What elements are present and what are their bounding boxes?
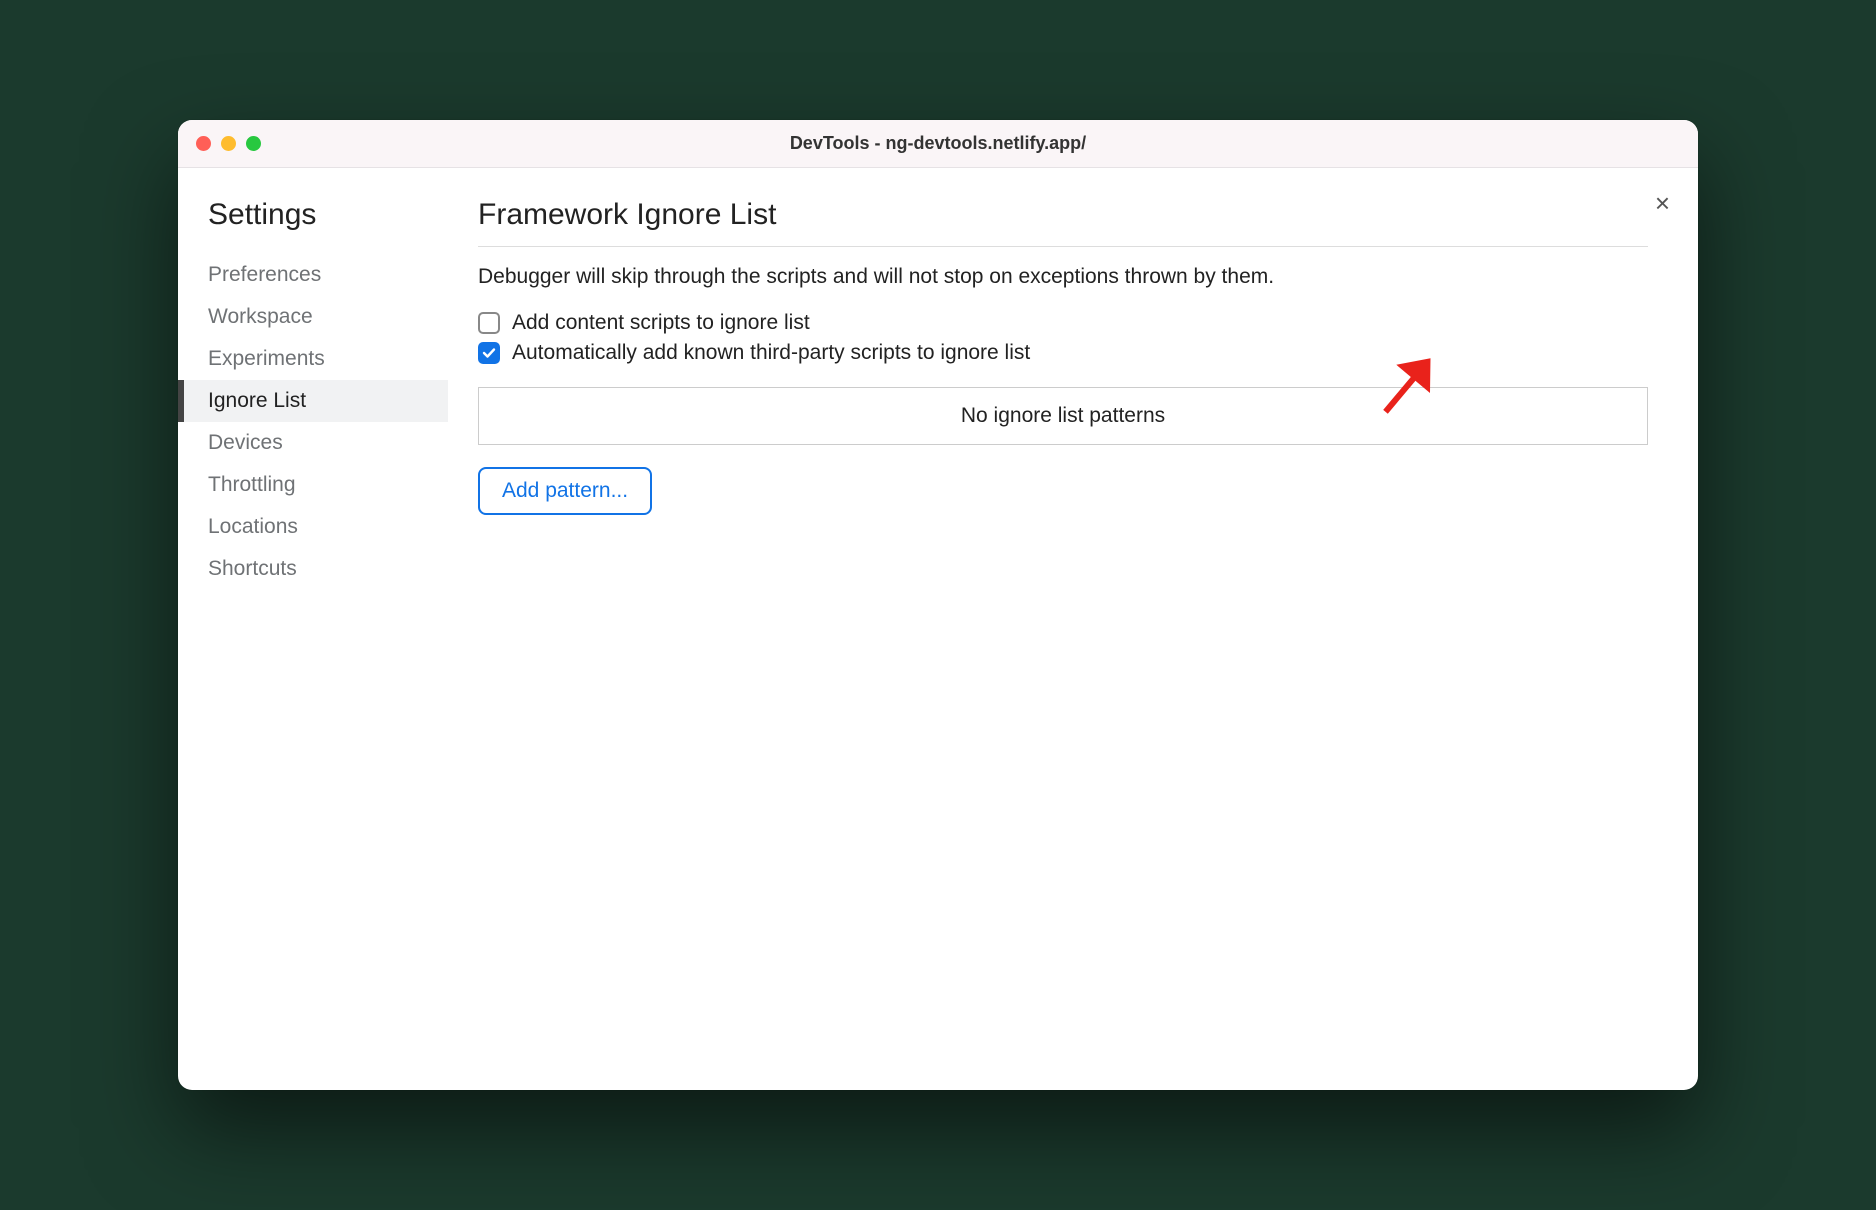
checkbox-content-scripts[interactable]	[478, 312, 500, 334]
checkbox-third-party[interactable]	[478, 342, 500, 364]
traffic-lights	[196, 136, 261, 151]
sidebar-item-ignore-list[interactable]: Ignore List	[178, 380, 448, 422]
maximize-window-button[interactable]	[246, 136, 261, 151]
sidebar-item-shortcuts[interactable]: Shortcuts	[178, 548, 448, 590]
devtools-window: DevTools - ng-devtools.netlify.app/ Sett…	[178, 120, 1698, 1090]
window-title: DevTools - ng-devtools.netlify.app/	[178, 133, 1698, 154]
sidebar-item-preferences[interactable]: Preferences	[178, 254, 448, 296]
titlebar: DevTools - ng-devtools.netlify.app/	[178, 120, 1698, 168]
add-pattern-button[interactable]: Add pattern...	[478, 467, 652, 515]
checkbox-row-content-scripts[interactable]: Add content scripts to ignore list	[478, 311, 1648, 335]
checkmark-icon	[482, 346, 496, 360]
checkbox-row-third-party[interactable]: Automatically add known third-party scri…	[478, 341, 1648, 365]
page-title: Framework Ignore List	[478, 198, 1648, 247]
settings-nav-list: Preferences Workspace Experiments Ignore…	[178, 254, 448, 590]
minimize-window-button[interactable]	[221, 136, 236, 151]
sidebar-item-workspace[interactable]: Workspace	[178, 296, 448, 338]
checkbox-label: Add content scripts to ignore list	[512, 311, 810, 335]
settings-sidebar: Settings Preferences Workspace Experimen…	[178, 168, 448, 1090]
settings-content: Settings Preferences Workspace Experimen…	[178, 168, 1698, 1090]
checkbox-label: Automatically add known third-party scri…	[512, 341, 1030, 365]
patterns-empty-label: No ignore list patterns	[961, 404, 1165, 427]
sidebar-item-devices[interactable]: Devices	[178, 422, 448, 464]
sidebar-item-locations[interactable]: Locations	[178, 506, 448, 548]
ignore-patterns-box: No ignore list patterns	[478, 387, 1648, 445]
sidebar-item-throttling[interactable]: Throttling	[178, 464, 448, 506]
close-window-button[interactable]	[196, 136, 211, 151]
settings-heading: Settings	[178, 198, 448, 254]
close-settings-button[interactable]: ×	[1655, 190, 1670, 216]
sidebar-item-experiments[interactable]: Experiments	[178, 338, 448, 380]
page-description: Debugger will skip through the scripts a…	[478, 265, 1648, 289]
settings-main: × Framework Ignore List Debugger will sk…	[448, 168, 1698, 1090]
